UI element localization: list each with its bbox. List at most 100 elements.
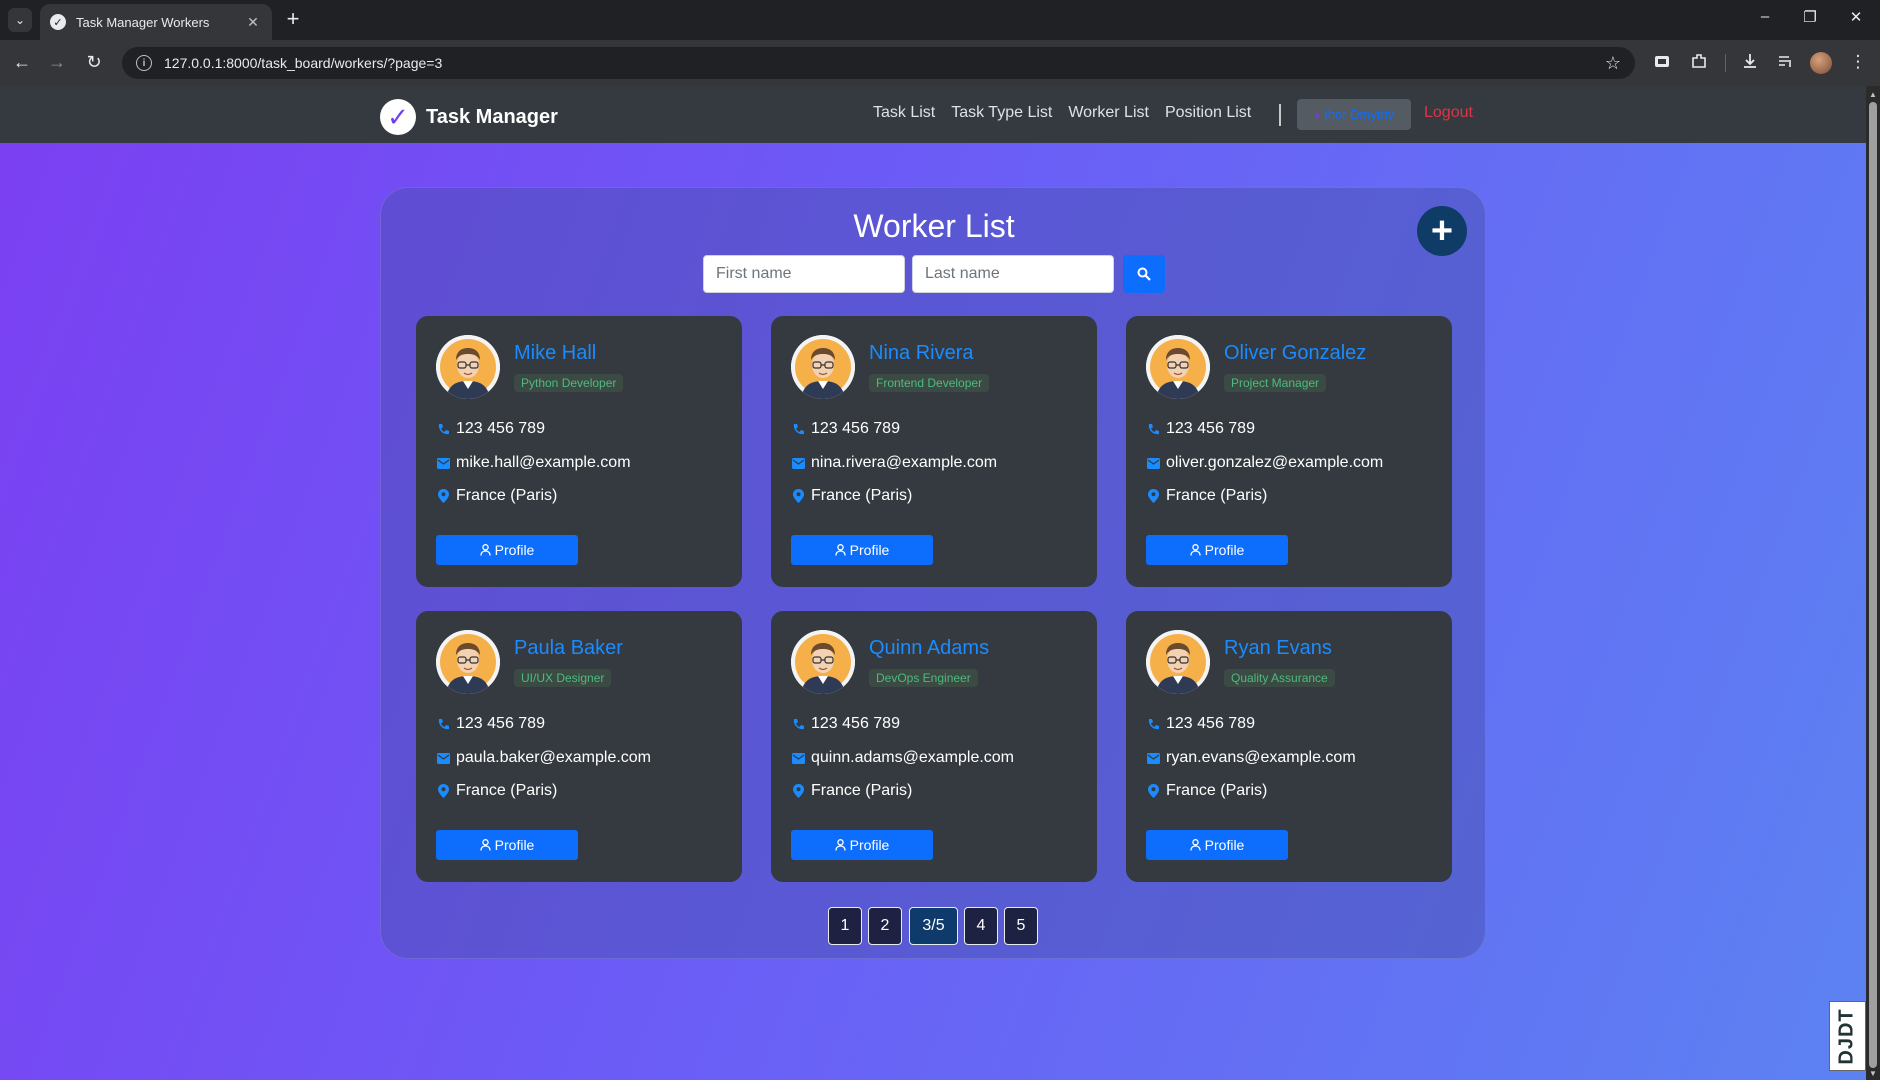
worker-phone-text: 123 456 789 — [1166, 420, 1255, 437]
worker-location-text: France (Paris) — [811, 782, 913, 799]
tab-title: Task Manager Workers — [76, 14, 210, 30]
page-1-button[interactable]: 1 — [828, 907, 862, 945]
phone-icon — [1146, 422, 1160, 436]
forward-icon[interactable]: → — [45, 52, 69, 72]
minimize-icon[interactable]: – — [1750, 8, 1780, 25]
url-text[interactable]: 127.0.0.1:8000/task_board/workers/?page=… — [164, 55, 1605, 71]
add-worker-button[interactable]: + — [1417, 206, 1467, 256]
profile-button[interactable]: Profile — [1146, 830, 1288, 860]
worker-phone: 123 456 789 — [791, 420, 900, 438]
worker-position-badge: UI/UX Designer — [514, 669, 612, 687]
nav-task-type-list[interactable]: Task Type List — [951, 104, 1052, 122]
worker-location-text: France (Paris) — [456, 782, 558, 799]
window-close-icon[interactable]: ✕ — [1841, 8, 1871, 26]
tab-close-icon[interactable]: ✕ — [244, 14, 262, 31]
worker-email: ryan.evans@example.com — [1146, 749, 1356, 767]
user-name[interactable]: Ihor Dmytriv — [1324, 107, 1394, 122]
worker-name-link[interactable]: Mike Hall — [514, 342, 596, 365]
logout-link[interactable]: Logout — [1424, 104, 1473, 122]
worker-name-link[interactable]: Ryan Evans — [1224, 637, 1332, 660]
search-button[interactable] — [1123, 255, 1165, 293]
worker-name-link[interactable]: Nina Rivera — [869, 342, 973, 365]
worker-email: quinn.adams@example.com — [791, 749, 1014, 767]
nav-task-list[interactable]: Task List — [873, 104, 935, 122]
profile-button[interactable]: Profile — [436, 535, 578, 565]
back-icon[interactable]: ← — [10, 52, 34, 72]
profile-button[interactable]: Profile — [436, 830, 578, 860]
profile-button[interactable]: Profile — [1146, 535, 1288, 565]
page-5-button[interactable]: 5 — [1004, 907, 1038, 945]
page-4-button[interactable]: 4 — [964, 907, 998, 945]
profile-button[interactable]: Profile — [791, 830, 933, 860]
current-page-indicator: 3/5 — [909, 907, 958, 945]
worker-phone: 123 456 789 — [1146, 420, 1255, 438]
worker-avatar — [791, 630, 855, 694]
page-2-button[interactable]: 2 — [868, 907, 902, 945]
media-queue-icon[interactable] — [1774, 52, 1798, 74]
brand-name[interactable]: Task Manager — [426, 106, 558, 129]
browser-tab[interactable]: ✓ Task Manager Workers ✕ — [40, 4, 272, 40]
phone-icon — [791, 717, 805, 731]
profile-button[interactable]: Profile — [791, 535, 933, 565]
scroll-up-icon[interactable]: ▲ — [1869, 90, 1877, 99]
worker-list-panel: Worker List + Mike Hall Python Developer 1… — [380, 187, 1486, 959]
scroll-thumb[interactable] — [1869, 102, 1877, 1068]
extensions-icon[interactable] — [1687, 52, 1711, 74]
worker-avatar — [1146, 630, 1210, 694]
address-bar[interactable]: i 127.0.0.1:8000/task_board/workers/?pag… — [122, 47, 1635, 79]
tab-search-icon[interactable]: ⌄ — [8, 8, 32, 32]
profile-avatar-icon[interactable] — [1810, 52, 1832, 74]
menu-kebab-icon[interactable]: ⋮ — [1846, 52, 1870, 74]
plus-icon: + — [1430, 210, 1454, 252]
nav-divider — [1279, 104, 1281, 126]
site-info-icon[interactable]: i — [136, 55, 152, 71]
profile-button-label: Profile — [494, 542, 535, 558]
worker-phone-text: 123 456 789 — [456, 715, 545, 732]
extension-puzzle-icon[interactable] — [1650, 52, 1674, 74]
worker-email-text: nina.rivera@example.com — [811, 454, 998, 471]
worker-position-badge: Project Manager — [1224, 374, 1327, 392]
user-badge[interactable]: ● Ihor Dmytriv — [1297, 99, 1411, 130]
favicon-icon: ✓ — [50, 14, 66, 30]
worker-location: France (Paris) — [436, 782, 557, 800]
worker-position-badge: Frontend Developer — [869, 374, 990, 392]
worker-phone: 123 456 789 — [1146, 715, 1255, 733]
worker-position-badge: DevOps Engineer — [869, 669, 978, 687]
worker-location: France (Paris) — [1146, 782, 1267, 800]
worker-name-link[interactable]: Paula Baker — [514, 637, 623, 660]
new-tab-icon[interactable]: + — [280, 7, 306, 31]
nav-position-list[interactable]: Position List — [1165, 104, 1251, 122]
map-pin-icon — [436, 784, 450, 798]
bookmark-star-icon[interactable]: ☆ — [1605, 53, 1621, 74]
worker-email-text: mike.hall@example.com — [456, 454, 631, 471]
profile-button-label: Profile — [1204, 837, 1245, 853]
envelope-icon — [436, 751, 450, 765]
worker-name-link[interactable]: Oliver Gonzalez — [1224, 342, 1366, 365]
restore-icon[interactable]: ❐ — [1795, 8, 1825, 26]
worker-name-link[interactable]: Quinn Adams — [869, 637, 989, 660]
worker-avatar — [436, 335, 500, 399]
worker-email-text: paula.baker@example.com — [456, 749, 652, 766]
first-name-input[interactable] — [703, 255, 905, 293]
reload-icon[interactable]: ↻ — [82, 52, 106, 72]
worker-email-text: oliver.gonzalez@example.com — [1166, 454, 1384, 471]
envelope-icon — [1146, 751, 1160, 765]
nav-worker-list[interactable]: Worker List — [1068, 104, 1149, 122]
map-pin-icon — [1146, 784, 1160, 798]
debug-toolbar-handle[interactable]: DJDT — [1829, 1001, 1866, 1071]
search-icon — [1137, 267, 1151, 281]
map-pin-icon — [791, 489, 805, 503]
last-name-input[interactable] — [912, 255, 1114, 293]
worker-phone: 123 456 789 — [791, 715, 900, 733]
brand[interactable]: ✓ Task Manager — [380, 99, 558, 135]
toolbar-divider — [1725, 54, 1726, 72]
worker-location-text: France (Paris) — [1166, 782, 1268, 799]
person-icon — [835, 839, 846, 851]
debug-toolbar-label[interactable]: DJDT — [1836, 1008, 1859, 1064]
page-scrollbar[interactable]: ▲ ▼ — [1866, 86, 1880, 1080]
worker-avatar — [436, 630, 500, 694]
scroll-down-icon[interactable]: ▼ — [1869, 1069, 1877, 1078]
worker-card: Oliver Gonzalez Project Manager 123 456 78… — [1126, 316, 1452, 587]
profile-button-label: Profile — [494, 837, 535, 853]
download-icon[interactable] — [1738, 52, 1762, 74]
